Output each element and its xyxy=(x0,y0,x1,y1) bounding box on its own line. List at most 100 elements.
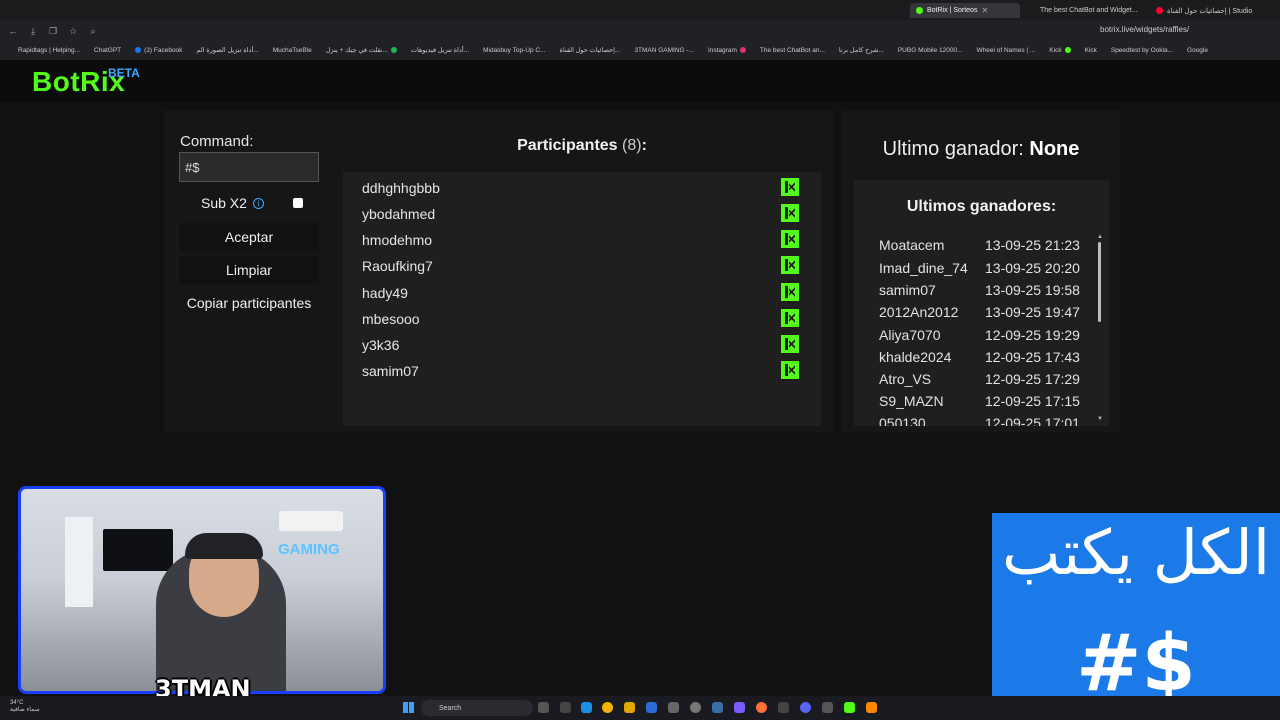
bookmark-item[interactable]: Speedtest by Ookla... xyxy=(1111,47,1173,54)
taskbar-app-icon[interactable] xyxy=(538,702,549,713)
search-icon[interactable]: ⌕ xyxy=(86,24,100,38)
tab-botrix[interactable]: BotRix | Sorteos ✕ xyxy=(910,3,1020,18)
bookmark-item[interactable]: شرح كامل برنا... xyxy=(839,46,884,54)
participants-count: (8) xyxy=(622,137,642,154)
kick-icon xyxy=(781,256,799,274)
tab-chatbot[interactable]: The best ChatBot and Widget... xyxy=(1030,3,1140,18)
air-conditioner-shape xyxy=(279,511,343,531)
list-item: ybodahmed xyxy=(343,200,821,226)
list-item: ddhghhgbbb xyxy=(343,174,821,200)
bookmark-item[interactable]: ChatGPT xyxy=(94,47,121,54)
bookmark-item[interactable]: PUBG Mobile 12000... xyxy=(898,47,963,54)
bookmark-item[interactable]: Midasbuy Top-Up C... xyxy=(483,47,545,54)
taskbar-app-icon[interactable] xyxy=(734,702,745,713)
kick-icon xyxy=(1064,47,1071,53)
bookmark-item[interactable]: Google xyxy=(1187,47,1208,54)
close-icon[interactable]: ✕ xyxy=(981,6,988,15)
firefox-icon[interactable] xyxy=(756,702,767,713)
scroll-down-icon[interactable]: ▼ xyxy=(1097,416,1103,422)
star-icon[interactable]: ☆ xyxy=(66,24,80,38)
kick-icon xyxy=(781,230,799,248)
taskbar-app-icon[interactable] xyxy=(712,702,723,713)
bookmark-item[interactable]: Wheel of Names | ... xyxy=(977,47,1036,54)
tv-shape xyxy=(103,529,173,571)
bookmark-item[interactable]: Instagram xyxy=(708,47,746,54)
list-item: hady49 xyxy=(343,279,821,305)
facebook-icon xyxy=(135,47,142,53)
bookmark-item[interactable]: Kick xyxy=(1049,47,1071,54)
kick-icon xyxy=(781,309,799,327)
kick-app-icon[interactable] xyxy=(844,702,855,713)
taskbar-app-icon[interactable] xyxy=(778,702,789,713)
command-label: Command: xyxy=(180,133,254,150)
last-winners-list[interactable]: Ultimos ganadores: Moatacem 13-09-25 21:2… xyxy=(854,180,1109,426)
winners-scrollbar[interactable]: ▲ ▼ xyxy=(1097,234,1103,424)
bookmark-item[interactable]: 3TMAN GAMING -... xyxy=(634,47,694,54)
clear-button[interactable]: Limpiar xyxy=(179,256,319,284)
discord-icon[interactable] xyxy=(800,702,811,713)
list-item: Raoufking7 xyxy=(343,252,821,278)
scroll-thumb[interactable] xyxy=(1098,242,1101,322)
weather-widget[interactable]: 34°C سماء صافية xyxy=(10,700,40,714)
accept-button[interactable]: Aceptar xyxy=(179,223,319,251)
app-header xyxy=(0,60,1280,102)
address-bar: ← ⤓ ❐ ☆ ⌕ botrix.live/widgets/raffles/ xyxy=(0,20,1280,42)
spotify-icon xyxy=(390,47,397,53)
bookmark-item[interactable]: أداة تنزيل الصورة الم... xyxy=(196,46,258,54)
kick-icon xyxy=(781,204,799,222)
headphones-shape xyxy=(185,533,263,559)
bookmark-item[interactable]: إحصائيات حول القناة... xyxy=(559,46,620,54)
bookmark-item[interactable]: (3) Facebook xyxy=(135,47,182,54)
bookmark-item[interactable]: Kick xyxy=(1085,47,1097,54)
windows-start-icon[interactable] xyxy=(403,702,414,713)
kick-icon xyxy=(781,283,799,301)
tab-label: إحصائيات حول القناة | Studio xyxy=(1167,7,1253,15)
edge-icon[interactable] xyxy=(581,702,592,713)
instagram-icon xyxy=(739,47,746,53)
overlay-command: #$ xyxy=(1076,619,1196,709)
download-icon[interactable]: ⤓ xyxy=(26,24,40,38)
bookmark-item[interactable]: نقلت في جيك + ينزل... xyxy=(326,46,397,54)
tabs-icon[interactable]: ❐ xyxy=(46,24,60,38)
list-item: mbesooo xyxy=(343,305,821,331)
taskbar-app-icon[interactable] xyxy=(646,702,657,713)
subx2-checkbox[interactable] xyxy=(293,198,303,208)
file-explorer-icon[interactable] xyxy=(624,702,635,713)
botrix-favicon-icon xyxy=(916,7,923,14)
chrome-icon[interactable] xyxy=(602,702,613,713)
back-icon[interactable]: ← xyxy=(6,24,20,38)
taskbar-app-icon[interactable] xyxy=(668,702,679,713)
kick-icon xyxy=(781,335,799,353)
last-winner: Ultimo ganador: None xyxy=(842,138,1120,161)
participants-list: ddhghhgbbb ybodahmed hmodehmo Raoufking7… xyxy=(343,172,821,426)
scroll-up-icon[interactable]: ▲ xyxy=(1097,234,1103,240)
bookmark-item[interactable]: Rapidtags | Helping... xyxy=(18,47,80,54)
taskbar-app-icon[interactable] xyxy=(690,702,701,713)
subx2-label: Sub X2 xyxy=(201,195,247,211)
vlc-icon[interactable] xyxy=(866,702,877,713)
url-field[interactable]: botrix.live/widgets/raffles/ xyxy=(1100,25,1189,34)
overlay-text: الكل يكتب xyxy=(1001,516,1271,589)
gaming-sign: GAMING xyxy=(278,541,340,558)
bookmark-item[interactable]: The best ChatBot an... xyxy=(760,47,825,54)
taskbar-search[interactable]: Search xyxy=(421,700,533,716)
weather-desc: سماء صافية xyxy=(10,707,40,713)
info-icon[interactable]: i xyxy=(252,197,264,209)
kick-icon xyxy=(781,178,799,196)
taskbar-app-icon[interactable] xyxy=(822,702,833,713)
bookmarks-bar: Rapidtags | Helping... ChatGPT (3) Faceb… xyxy=(0,42,1280,58)
bookmark-item[interactable]: أداة تنزيل فيديوهات... xyxy=(411,46,469,54)
copy-participants-button[interactable]: Copiar participantes xyxy=(179,289,319,317)
tab-studio[interactable]: إحصائيات حول القناة | Studio xyxy=(1150,3,1260,18)
tab-label: The best ChatBot and Widget... xyxy=(1040,7,1138,14)
tab-label: BotRix | Sorteos xyxy=(927,7,978,14)
tab-bar: BotRix | Sorteos ✕ The best ChatBot and … xyxy=(0,0,1280,20)
taskbar-app-icon[interactable] xyxy=(560,702,571,713)
subx2-option: Sub X2 i xyxy=(201,195,264,211)
bookmark-item[interactable]: MuchaTseBle xyxy=(273,47,312,54)
last-winner-value: None xyxy=(1029,138,1080,160)
last-winners-title: Ultimos ganadores: xyxy=(906,198,1057,215)
last-winner-label: Ultimo ganador: xyxy=(882,138,1024,160)
search-placeholder: Search xyxy=(439,704,462,712)
command-input[interactable] xyxy=(179,152,319,182)
